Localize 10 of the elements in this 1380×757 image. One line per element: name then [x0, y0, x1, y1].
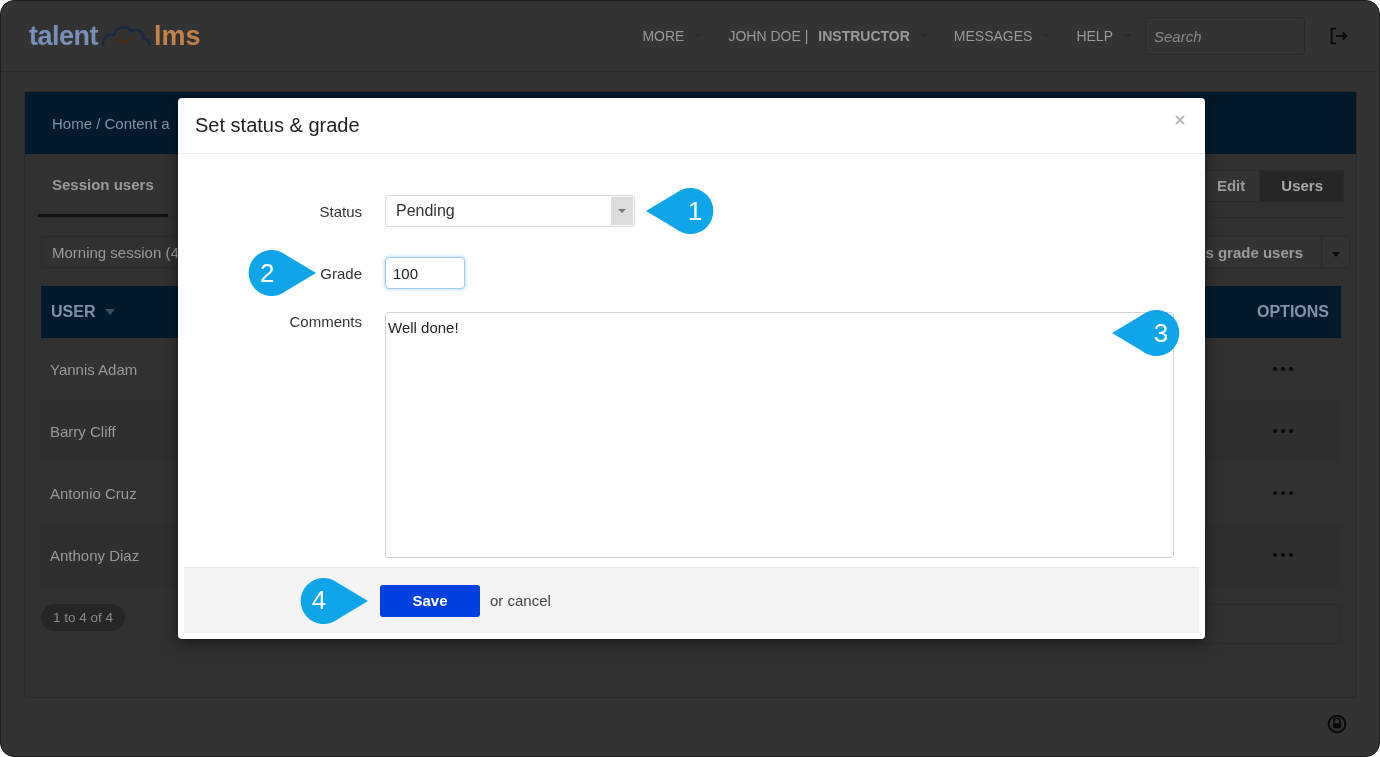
field-label: Grade [320, 264, 362, 282]
user-name: Anthony Diaz [50, 546, 140, 564]
user-name: Yannis Adam [50, 360, 138, 378]
column-header: OPTIONS [1257, 303, 1329, 321]
user-name: Antonio Cruz [50, 484, 137, 502]
user-name: Barry Cliff [50, 422, 116, 440]
field-label: Comments [289, 313, 362, 330]
field-label: Status [319, 202, 362, 220]
pagination-count: 1 to 4 of 4 [41, 604, 126, 631]
dialog-title: Set status & grade [195, 114, 360, 137]
